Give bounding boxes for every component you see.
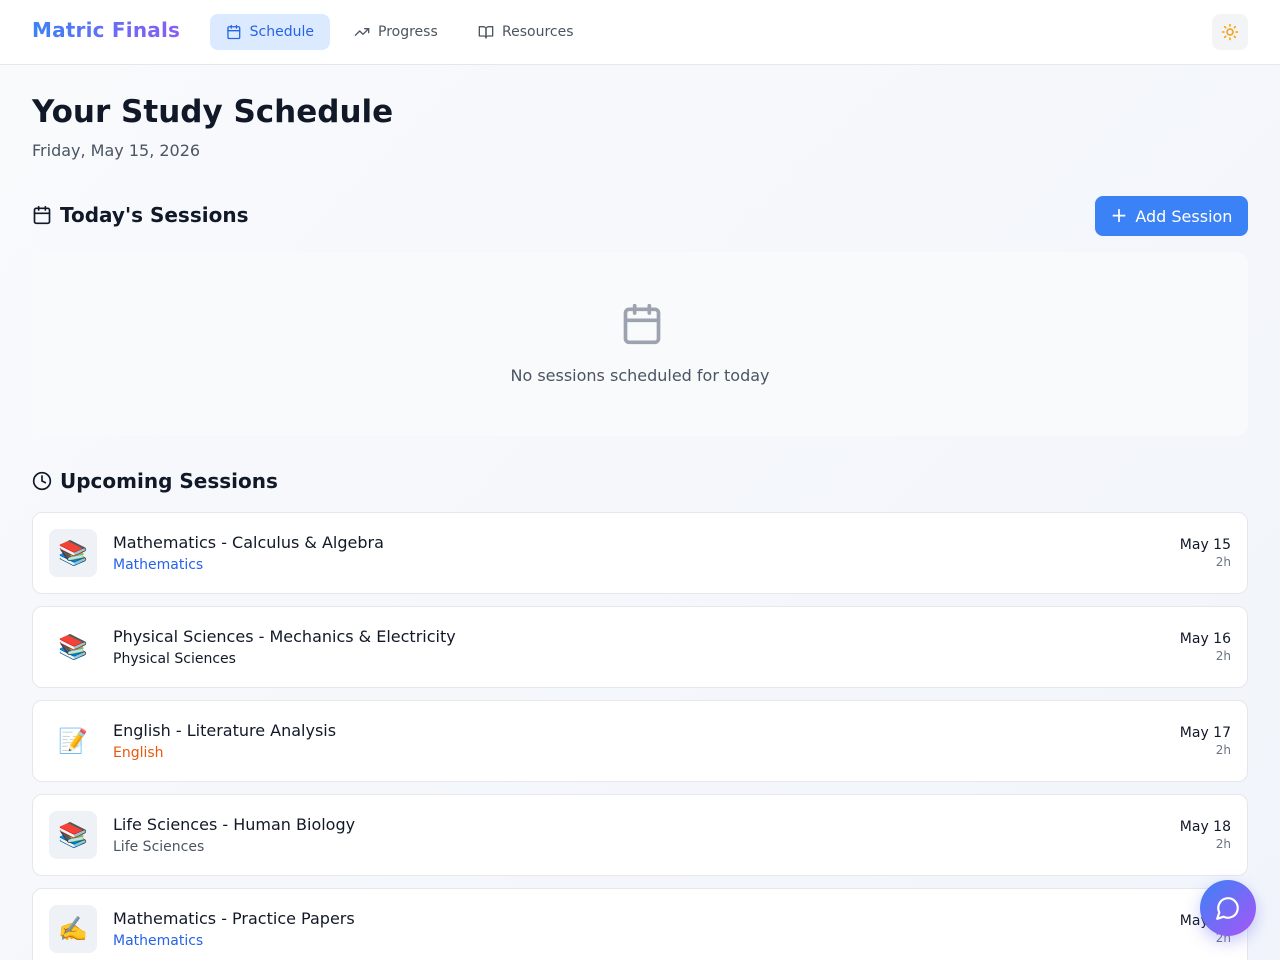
- page-date: Friday, May 15, 2026: [32, 141, 201, 160]
- session-title: English - Literature Analysis: [113, 721, 337, 740]
- subject-emoji-icon: 📚: [49, 811, 97, 859]
- session-row[interactable]: ✍️ Mathematics - Practice Papers Mathemati…: [32, 888, 1248, 960]
- message-circle-icon: [1216, 897, 1239, 920]
- subject-emoji-icon: ✍️: [49, 905, 97, 953]
- todays-sessions-heading: Today's Sessions: [32, 203, 248, 227]
- subject-emoji-icon: 📚: [58, 633, 88, 661]
- sun-icon: [1221, 23, 1239, 41]
- session-subject: Mathematics: [113, 933, 204, 949]
- session-duration: 2h: [1215, 743, 1231, 757]
- session-row[interactable]: 📚 Mathematics - Calculus & Algebra Mathema…: [32, 512, 1248, 594]
- session-subject: English: [113, 745, 164, 761]
- session-date: May 16: [1179, 631, 1231, 647]
- tab-schedule[interactable]: Schedule: [210, 14, 330, 50]
- calendar-icon: [33, 205, 51, 225]
- tab-schedule-label: Schedule: [249, 24, 314, 40]
- session-title: Mathematics - Calculus & Algebra: [113, 533, 384, 552]
- tab-resources[interactable]: Resources: [462, 14, 590, 50]
- session-row[interactable]: 📝 English - Literature Analysis English May…: [32, 700, 1248, 782]
- calendar-icon: [623, 303, 661, 345]
- session-date: May 18: [1179, 819, 1231, 835]
- clock-icon: [32, 471, 52, 491]
- theme-toggle-button[interactable]: [1212, 14, 1248, 50]
- calendar-icon: [227, 24, 241, 40]
- session-subject: Physical Sciences: [113, 651, 236, 667]
- empty-sessions-text: No sessions scheduled for today: [510, 366, 770, 385]
- tab-progress[interactable]: Progress: [338, 14, 454, 50]
- session-subject: Mathematics: [113, 557, 204, 573]
- upcoming-sessions-label: Upcoming Sessions: [60, 469, 278, 493]
- chat-button[interactable]: [1200, 880, 1256, 936]
- session-duration: 2h: [1215, 555, 1231, 569]
- subject-emoji-icon: 📝: [58, 727, 88, 755]
- session-row[interactable]: 📚 Physical Sciences - Mechanics & Electri…: [32, 606, 1248, 688]
- upcoming-sessions-heading: Upcoming Sessions: [32, 469, 278, 493]
- book-open-icon: [478, 26, 494, 39]
- top-navigation-bar: Matric Finals Schedule Progress Resource…: [0, 0, 1280, 65]
- subject-emoji-icon: 📚: [49, 529, 97, 577]
- session-title: Mathematics - Practice Papers: [113, 909, 355, 928]
- session-date: May 17: [1179, 725, 1231, 741]
- session-duration: 2h: [1215, 649, 1231, 663]
- session-date: May 15: [1179, 537, 1231, 553]
- todays-sessions-label: Today's Sessions: [60, 203, 249, 227]
- add-session-label: Add Session: [1135, 206, 1233, 226]
- add-session-button[interactable]: + Add Session: [1095, 196, 1248, 236]
- tab-progress-label: Progress: [378, 24, 438, 40]
- plus-icon: +: [1110, 203, 1128, 227]
- session-row[interactable]: 📚 Life Sciences - Human Biology Life Scien…: [32, 794, 1248, 876]
- trending-up-icon: [354, 27, 370, 36]
- session-title: Life Sciences - Human Biology: [113, 815, 356, 834]
- session-subject: Life Sciences: [113, 839, 205, 855]
- tab-resources-label: Resources: [502, 24, 574, 40]
- empty-sessions-card: No sessions scheduled for today: [32, 252, 1248, 436]
- session-duration: 2h: [1215, 837, 1231, 851]
- session-title: Physical Sciences - Mechanics & Electric…: [113, 627, 456, 646]
- app-logo-title[interactable]: Matric Finals: [32, 18, 180, 42]
- page-title: Your Study Schedule: [32, 94, 394, 130]
